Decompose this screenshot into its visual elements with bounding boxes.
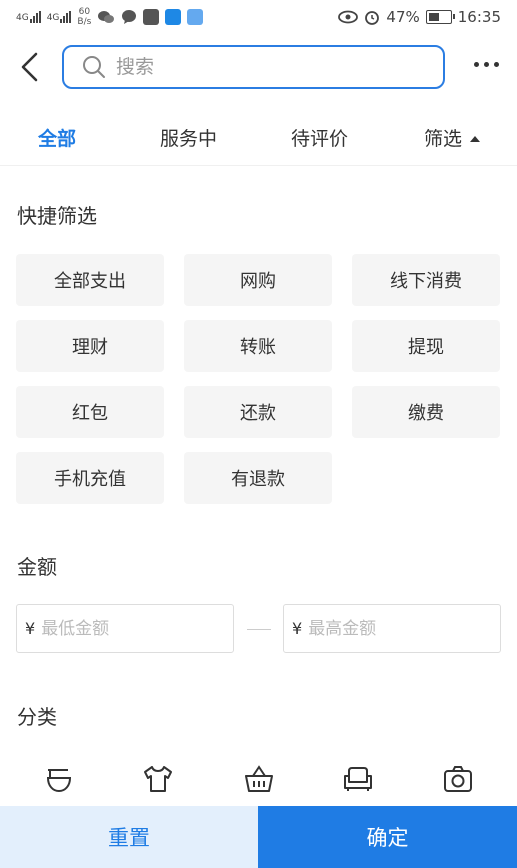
more-options-icon[interactable] [474, 62, 499, 67]
sofa-icon[interactable] [341, 762, 375, 796]
tab-filter[interactable]: 筛选 [424, 124, 481, 151]
quick-filter-title: 快捷筛选 [17, 204, 97, 228]
filter-chip-has-refund[interactable]: 有退款 [184, 452, 332, 504]
filter-chip-transfer[interactable]: 转账 [184, 320, 332, 372]
speed-unit: B/s [77, 17, 92, 27]
filter-chip-offline-spending[interactable]: 线下消费 [352, 254, 500, 306]
max-amount-input[interactable] [308, 618, 469, 639]
tab-filter-label: 筛选 [424, 128, 463, 150]
filter-chip-all-expense[interactable]: 全部支出 [16, 254, 164, 306]
search-input[interactable] [116, 56, 396, 78]
category-title: 分类 [17, 705, 57, 729]
filter-chip-wealth[interactable]: 理财 [16, 320, 164, 372]
tab-all[interactable]: 全部 [38, 124, 76, 151]
message-icon [122, 10, 137, 24]
clock: 16:35 [457, 8, 501, 26]
speed-value: 60 [78, 7, 91, 17]
network-speed: 60 B/s [77, 7, 91, 27]
back-arrow-icon[interactable] [16, 50, 42, 84]
filter-chip-online-shopping[interactable]: 网购 [184, 254, 332, 306]
reset-button[interactable]: 重置 [0, 806, 258, 868]
filter-chip-withdraw[interactable]: 提现 [352, 320, 500, 372]
status-bar: 4G 4G 60 B/s 47% 16:35 [0, 0, 517, 34]
max-amount-field[interactable]: ¥ [283, 604, 501, 653]
currency-symbol: ¥ [292, 619, 303, 638]
tab-to-review[interactable]: 待评价 [291, 124, 348, 151]
signal-1-icon: 4G [16, 11, 41, 23]
status-right: 47% 16:35 [338, 8, 501, 26]
app-notification-blue-icon [187, 9, 204, 25]
filter-chip-repayment[interactable]: 还款 [184, 386, 332, 438]
search-box[interactable] [62, 45, 445, 89]
food-bowl-icon[interactable] [42, 762, 76, 796]
search-icon [83, 56, 105, 78]
network-type-1: 4G [16, 13, 29, 23]
camera-icon[interactable] [441, 762, 475, 796]
caret-up-icon [470, 135, 481, 142]
signal-2-icon: 4G [47, 11, 72, 23]
feishu-notification-icon [165, 9, 182, 25]
min-amount-input[interactable] [41, 618, 202, 639]
header [0, 34, 517, 100]
tab-in-service[interactable]: 服务中 [160, 124, 217, 151]
wechat-icon [98, 11, 115, 23]
alarm-icon [365, 11, 380, 25]
shopping-basket-icon[interactable] [242, 762, 276, 796]
battery-icon [425, 10, 455, 24]
filter-chip-bill-payment[interactable]: 缴费 [352, 386, 500, 438]
confirm-button[interactable]: 确定 [258, 806, 517, 868]
amount-title: 金额 [17, 555, 57, 579]
min-amount-field[interactable]: ¥ [16, 604, 234, 653]
tab-bar: 全部 服务中 待评价 筛选 [0, 110, 517, 166]
status-left: 4G 4G 60 B/s [16, 7, 204, 27]
app-notification-icon [143, 9, 160, 25]
eye-icon [338, 10, 359, 24]
filter-chip-phone-topup[interactable]: 手机充值 [16, 452, 164, 504]
clothing-icon[interactable] [141, 762, 175, 796]
range-divider [247, 629, 271, 630]
currency-symbol: ¥ [25, 619, 36, 638]
battery-percent: 47% [386, 8, 420, 26]
filter-chip-red-packet[interactable]: 红包 [16, 386, 164, 438]
network-type-2: 4G [46, 13, 60, 23]
